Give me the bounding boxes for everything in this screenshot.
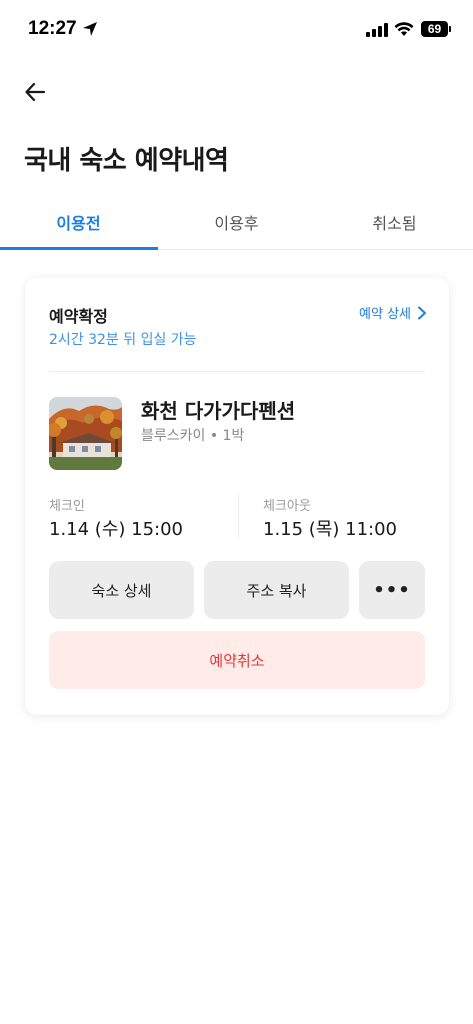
battery-indicator: 69 xyxy=(421,21,451,37)
checkout-label: 체크아웃 xyxy=(263,499,311,514)
active-tab-indicator xyxy=(0,247,158,250)
hotel-photo xyxy=(49,397,122,470)
cancel-reservation-button[interactable]: 예약취소 xyxy=(49,631,425,689)
reservation-status: 예약확정 xyxy=(49,307,108,326)
reservation-detail-link[interactable]: 예약 상세 xyxy=(359,303,427,322)
tab-bar: 이용전 이용후 취소됨 xyxy=(0,196,473,250)
checkout-value: 1.15 (목) 11:00 xyxy=(263,519,397,540)
reservation-card: 예약확정 2시간 32분 뒤 입실 가능 예약 상세 화천 다가가다펜션 블루스… xyxy=(25,277,449,715)
status-time: 12:27 xyxy=(28,18,77,39)
status-bar: 12:27 69 xyxy=(0,0,473,60)
hotel-name[interactable]: 화천 다가가다펜션 xyxy=(141,395,295,424)
copy-address-button[interactable]: 주소 복사 xyxy=(204,561,349,619)
location-arrow-icon xyxy=(83,22,97,36)
chevron-right-icon xyxy=(418,306,426,319)
reservation-detail-label: 예약 상세 xyxy=(359,307,411,322)
page-title: 국내 숙소 예약내역 xyxy=(24,146,229,176)
back-button[interactable] xyxy=(18,76,52,108)
hotel-detail-button[interactable]: 숙소 상세 xyxy=(49,561,194,619)
tab-completed[interactable]: 이용후 xyxy=(158,196,315,248)
checkin-value: 1.14 (수) 15:00 xyxy=(49,519,183,540)
checkin-countdown: 2시간 32분 뒤 입실 가능 xyxy=(49,332,197,348)
room-info: 블루스카이 • 1박 xyxy=(141,428,245,444)
battery-level: 69 xyxy=(421,21,448,37)
arrow-left-icon xyxy=(25,82,46,102)
more-options-button[interactable]: ••• xyxy=(359,561,425,619)
cellular-signal-icon xyxy=(366,23,388,37)
checkin-checkout-divider xyxy=(238,495,239,537)
tab-upcoming[interactable]: 이용전 xyxy=(0,196,157,248)
tab-cancelled[interactable]: 취소됨 xyxy=(316,196,473,248)
card-divider xyxy=(49,371,425,372)
hotel-thumbnail[interactable] xyxy=(49,397,122,470)
wifi-icon xyxy=(394,22,414,36)
checkin-label: 체크인 xyxy=(49,499,85,514)
